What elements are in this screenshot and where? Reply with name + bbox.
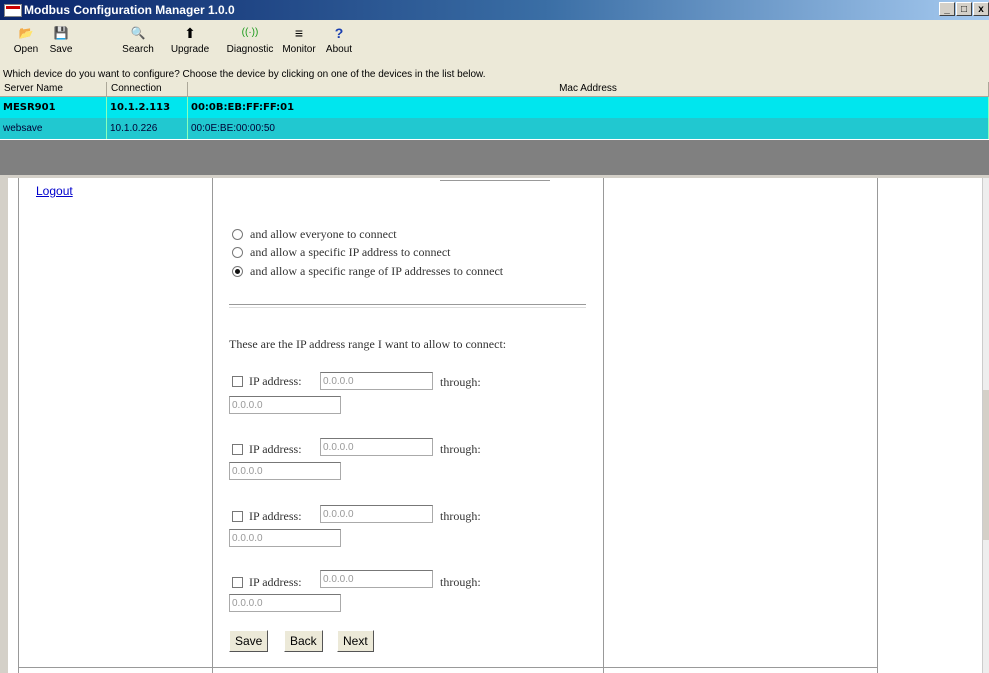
- ip-to-input[interactable]: 0.0.0.0: [229, 594, 341, 612]
- next-button[interactable]: Next: [337, 630, 374, 652]
- through-label: through:: [440, 375, 481, 389]
- window-controls: _ □ x: [938, 2, 989, 16]
- ip-address-label: IP address:: [249, 575, 302, 589]
- about-button[interactable]: ? About: [322, 24, 356, 55]
- upgrade-icon: ⬆: [184, 25, 196, 41]
- header-server-name[interactable]: Server Name: [0, 82, 107, 97]
- ip-to-input[interactable]: 0.0.0.0: [229, 529, 341, 547]
- about-label: About: [325, 44, 353, 55]
- range-checkbox[interactable]: [232, 444, 243, 455]
- bottom-divider: [18, 667, 878, 668]
- save-button[interactable]: Save: [229, 630, 269, 652]
- range-checkbox[interactable]: [232, 511, 243, 522]
- device-name: websave: [0, 118, 107, 139]
- range-heading: These are the IP address range I want to…: [229, 337, 507, 351]
- ip-range-row: IP address:: [229, 575, 302, 590]
- open-label: Open: [13, 44, 39, 55]
- title-bar: Modbus Configuration Manager 1.0.0 _ □ x: [0, 0, 989, 20]
- magnifier-icon: 🔍: [130, 26, 146, 40]
- device-name: MESR901: [0, 97, 107, 118]
- range-checkbox[interactable]: [232, 376, 243, 387]
- ip-to-input[interactable]: 0.0.0.0: [229, 462, 341, 480]
- device-table-header: Server Name Connection Mac Address: [0, 82, 989, 97]
- option-ip-range[interactable]: and allow a specific range of IP address…: [229, 264, 503, 279]
- left-margin: [0, 178, 8, 673]
- logout-link[interactable]: Logout: [36, 184, 73, 198]
- floppy-disk-icon: 💾: [53, 26, 69, 40]
- instruction-text: Which device do you want to configure? C…: [0, 67, 989, 82]
- monitor-button[interactable]: ≡ Monitor: [280, 24, 318, 55]
- toolbar: 📂 Open 💾 Save 🔍 Search ⬆ Upgrade ((·)) D…: [0, 20, 989, 68]
- option-everyone[interactable]: and allow everyone to connect: [229, 227, 397, 242]
- minimize-button[interactable]: _: [939, 2, 955, 16]
- option-specific-ip[interactable]: and allow a specific IP address to conne…: [229, 245, 450, 260]
- ip-address-label: IP address:: [249, 442, 302, 456]
- column-divider: [877, 178, 878, 673]
- question-icon: ?: [334, 25, 344, 41]
- window-title: Modbus Configuration Manager 1.0.0: [24, 3, 235, 17]
- open-button[interactable]: 📂 Open: [12, 24, 40, 55]
- ip-address-label: IP address:: [249, 509, 302, 523]
- web-content-pane: Logout and allow everyone to connect and…: [0, 178, 989, 673]
- save-toolbar-label: Save: [49, 44, 73, 55]
- device-mac: 00:0B:EB:FF:FF:01: [188, 97, 989, 118]
- through-label: through:: [440, 509, 481, 523]
- column-divider: [603, 178, 604, 673]
- back-button[interactable]: Back: [284, 630, 323, 652]
- device-list-empty-area: [0, 140, 989, 175]
- radio-ip-range[interactable]: [232, 266, 243, 277]
- radio-everyone[interactable]: [232, 229, 243, 240]
- scrollbar-thumb[interactable]: [983, 390, 989, 540]
- ip-range-row: IP address:: [229, 442, 302, 457]
- ip-from-input[interactable]: 0.0.0.0: [320, 505, 433, 523]
- app-icon: [4, 4, 22, 17]
- upgrade-button[interactable]: ⬆ Upgrade: [168, 24, 212, 55]
- diagnostic-label: Diagnostic: [226, 44, 274, 55]
- ip-range-row: IP address:: [229, 374, 302, 389]
- range-checkbox[interactable]: [232, 577, 243, 588]
- option-specific-ip-label: and allow a specific IP address to conne…: [250, 245, 451, 259]
- ip-address-label: IP address:: [249, 374, 302, 388]
- ip-to-input[interactable]: 0.0.0.0: [229, 396, 341, 414]
- column-divider: [18, 178, 19, 673]
- folder-open-icon: 📂: [18, 26, 34, 40]
- form-divider: [229, 304, 586, 308]
- ip-from-input[interactable]: 0.0.0.0: [320, 372, 433, 390]
- through-label: through:: [440, 575, 481, 589]
- device-connection: 10.1.2.113: [107, 97, 188, 118]
- monitor-label: Monitor: [282, 44, 316, 55]
- diagnostic-button[interactable]: ((·)) Diagnostic: [222, 24, 278, 55]
- column-divider: [212, 178, 213, 673]
- close-button[interactable]: x: [973, 2, 989, 16]
- through-label: through:: [440, 442, 481, 456]
- device-connection: 10.1.0.226: [107, 118, 188, 139]
- top-divider: [440, 180, 550, 181]
- device-row[interactable]: websave 10.1.0.226 00:0E:BE:00:00:50: [0, 118, 989, 139]
- search-button[interactable]: 🔍 Search: [119, 24, 157, 55]
- header-mac-address[interactable]: Mac Address: [188, 82, 989, 97]
- device-mac: 00:0E:BE:00:00:50: [188, 118, 989, 139]
- ip-from-input[interactable]: 0.0.0.0: [320, 438, 433, 456]
- device-row[interactable]: MESR901 10.1.2.113 00:0B:EB:FF:FF:01: [0, 97, 989, 118]
- document-icon: ≡: [294, 25, 304, 41]
- ip-range-row: IP address:: [229, 509, 302, 524]
- option-ip-range-label: and allow a specific range of IP address…: [250, 264, 504, 278]
- save-toolbar-button[interactable]: 💾 Save: [46, 24, 76, 55]
- signal-icon: ((·)): [241, 27, 259, 38]
- header-connection[interactable]: Connection: [107, 82, 188, 97]
- upgrade-label: Upgrade: [170, 44, 210, 55]
- option-everyone-label: and allow everyone to connect: [250, 227, 397, 241]
- ip-from-input[interactable]: 0.0.0.0: [320, 570, 433, 588]
- maximize-button[interactable]: □: [956, 2, 972, 16]
- search-label: Search: [122, 44, 154, 55]
- device-table: Server Name Connection Mac Address MESR9…: [0, 82, 989, 139]
- radio-specific-ip[interactable]: [232, 247, 243, 258]
